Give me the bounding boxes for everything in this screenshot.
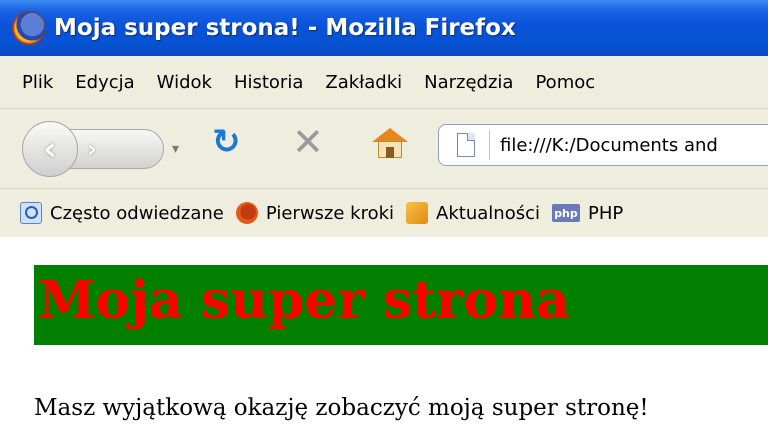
back-arrow-icon: ‹ [42, 129, 57, 169]
bookmark-czesto-odwiedzane[interactable]: Często odwiedzane [20, 202, 224, 224]
url-input[interactable]: file:///K:/Documents and [500, 135, 718, 156]
menu-zakladki[interactable]: Zakładki [325, 72, 402, 93]
forward-arrow-icon: › [87, 135, 97, 163]
bookmark-label: Aktualności [436, 202, 540, 224]
url-separator [489, 130, 490, 160]
menu-historia[interactable]: Historia [234, 72, 303, 93]
bookmark-pierwsze-kroki[interactable]: Pierwsze kroki [235, 202, 395, 224]
rss-icon [406, 202, 429, 224]
menu-pomoc[interactable]: Pomoc [535, 72, 595, 93]
firefox-logo-icon [12, 11, 46, 45]
stop-icon[interactable]: ✕ [292, 120, 324, 164]
history-dropdown-icon[interactable]: ▾ [172, 141, 179, 157]
menu-widok[interactable]: Widok [157, 72, 212, 93]
bookmark-php[interactable]: php PHP [551, 202, 624, 224]
search-icon [20, 202, 42, 224]
firefox-icon [235, 202, 258, 224]
page-content: Moja super strona Masz wyjątkową okazję … [0, 237, 768, 432]
bookmarks-toolbar: Często odwiedzane Pierwsze kroki Aktualn… [0, 188, 768, 238]
back-forward-group: › ‹ ▾ [22, 121, 192, 177]
bookmark-label: PHP [587, 202, 624, 224]
page-icon [457, 133, 475, 157]
menu-plik[interactable]: Plik [22, 72, 53, 93]
menu-edycja[interactable]: Edycja [75, 72, 134, 93]
php-icon: php [551, 204, 580, 222]
back-button[interactable]: ‹ [22, 121, 78, 177]
menu-narzedzia[interactable]: Narzędzia [424, 72, 513, 93]
page-heading: Moja super strona [38, 270, 570, 331]
menu-bar: Plik Edycja Widok Historia Zakładki Narz… [0, 56, 768, 108]
window-title: Moja super strona! - Mozilla Firefox [54, 15, 516, 41]
forward-button[interactable]: › [64, 129, 164, 169]
url-bar[interactable]: file:///K:/Documents and [438, 124, 768, 166]
page-banner: Moja super strona [34, 265, 768, 345]
bookmark-label: Często odwiedzane [50, 202, 224, 224]
bookmark-label: Pierwsze kroki [265, 202, 395, 224]
home-icon[interactable] [372, 128, 408, 158]
reload-icon[interactable]: ↻ [212, 122, 241, 162]
title-bar: Moja super strona! - Mozilla Firefox [0, 0, 768, 56]
page-paragraph: Masz wyjątkową okazję zobaczyć moją supe… [34, 395, 649, 421]
bookmark-aktualnosci[interactable]: Aktualności [406, 202, 540, 224]
